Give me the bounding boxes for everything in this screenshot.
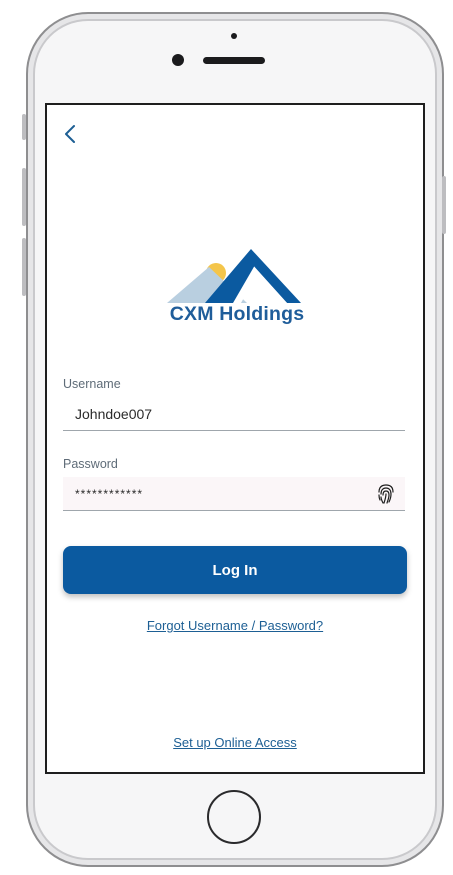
login-button[interactable]: Log In: [63, 546, 407, 594]
username-input[interactable]: [63, 397, 405, 431]
brand-name: CXM Holdings: [169, 303, 305, 325]
volume-up-button: [22, 168, 26, 226]
fingerprint-icon[interactable]: [376, 483, 396, 505]
forgot-credentials-link[interactable]: Forgot Username / Password?: [63, 618, 407, 633]
power-button: [442, 176, 446, 234]
proximity-sensor: [231, 33, 237, 39]
setup-online-access-link[interactable]: Set up Online Access: [63, 735, 407, 750]
login-screen: CXM Holdings Username Password Log In Fo…: [45, 103, 425, 774]
mute-switch: [22, 114, 26, 140]
volume-down-button: [22, 238, 26, 296]
earpiece-speaker: [203, 57, 265, 64]
front-camera: [172, 54, 184, 66]
home-button[interactable]: [207, 790, 261, 844]
password-input[interactable]: [63, 477, 405, 511]
password-label: Password: [63, 457, 118, 471]
chevron-left-icon[interactable]: [61, 123, 81, 145]
username-label: Username: [63, 377, 121, 391]
